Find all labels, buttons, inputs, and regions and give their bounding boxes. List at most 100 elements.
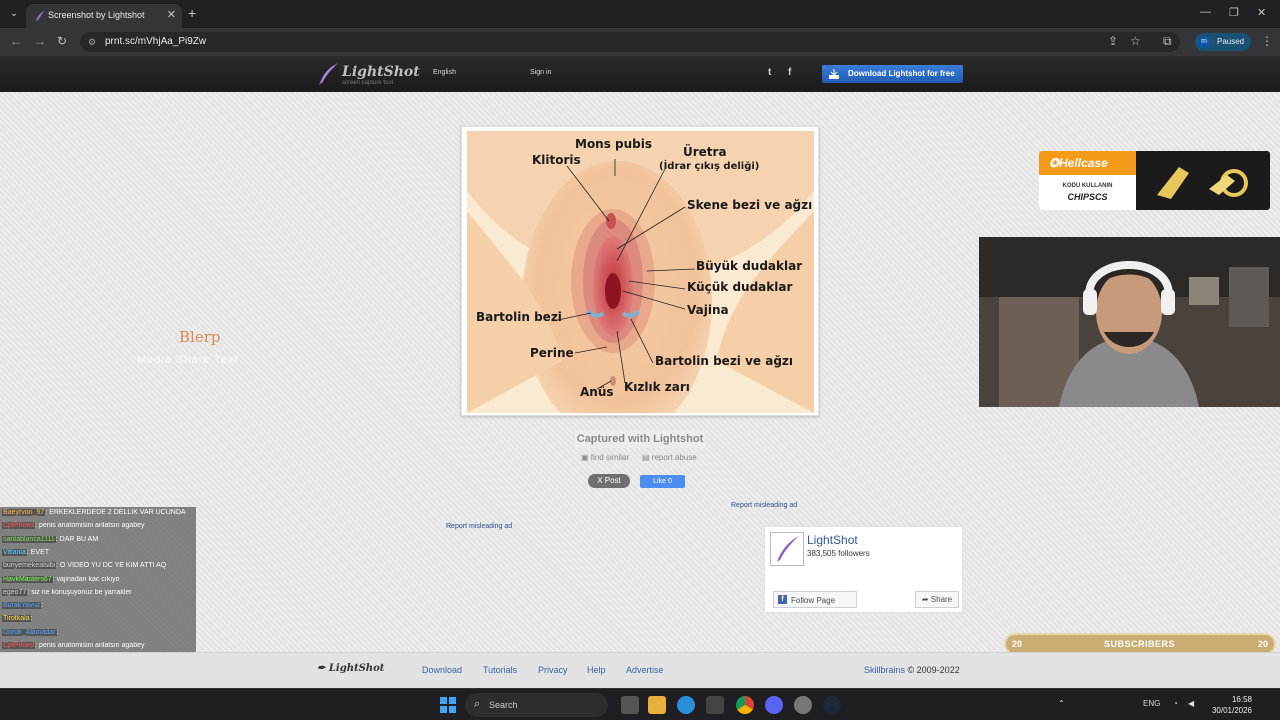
streamer-webcam — [979, 237, 1280, 407]
report-misleading-ad-link[interactable]: Report misleading ad — [731, 502, 797, 509]
profile-status: Paused — [1217, 37, 1245, 46]
settings-gear-icon[interactable] — [794, 696, 812, 714]
window-close-icon[interactable]: ✕ — [1257, 6, 1266, 19]
hellcase-overlay: ✪Hellcase KODU KULLANIN CHIPSCS — [1039, 151, 1270, 210]
follow-page-button[interactable]: f Follow Page — [773, 591, 857, 608]
share-button[interactable]: ➦ Share — [915, 591, 959, 608]
tab-close-icon[interactable]: ✕ — [167, 8, 176, 21]
chat-message: santablanca1111: DAR BU AM — [2, 535, 194, 548]
footer-help-link[interactable]: Help — [587, 665, 606, 675]
facebook-icon[interactable]: f — [788, 67, 791, 78]
chat-text: : vajinadan kac cıkıyo — [52, 575, 120, 583]
wifi-icon[interactable]: ◔ — [1173, 699, 1178, 708]
browser-tab-bar: ⌄ Screenshot by Lightshot ✕ + — ❐ ✕ — [0, 0, 1280, 28]
new-tab-icon[interactable]: + — [188, 5, 196, 21]
windows-taskbar: ⌕ Search ⌃ ENG ◔ ◀ 16:58 30/01/2026 — [0, 688, 1280, 720]
lightshot-logo[interactable]: LightShot screen capture tool — [316, 62, 420, 91]
input-language[interactable]: ENG — [1143, 699, 1160, 708]
taskbar-clock[interactable]: 16:58 30/01/2026 — [1206, 694, 1252, 716]
facebook-icon: f — [778, 595, 787, 604]
file-explorer-icon[interactable] — [648, 696, 666, 714]
feather-logo-icon — [319, 63, 338, 85]
fb-followers: 383,505 followers — [807, 549, 870, 558]
site-info-icon[interactable]: ⚙ — [88, 37, 96, 48]
search-icon: ⌕ — [474, 698, 481, 710]
subscribers-goal: 20 — [1257, 639, 1268, 649]
browser-tab[interactable]: Screenshot by Lightshot ✕ — [26, 4, 182, 28]
footer-privacy-link[interactable]: Privacy — [538, 665, 568, 675]
label-skene: Skene bezi ve ağzı — [687, 198, 812, 212]
fb-like-button[interactable]: Like 0 — [640, 475, 685, 488]
skillbrains-link[interactable]: Skillbrains — [864, 665, 905, 675]
label-perine: Perine — [530, 346, 574, 360]
footer-advertise-link[interactable]: Advertise — [626, 665, 664, 675]
taskbar-search[interactable]: ⌕ Search — [465, 693, 608, 717]
label-buyuk-dudaklar: Büyük dudaklar — [696, 259, 802, 273]
feather-logo-icon — [771, 533, 803, 565]
chat-username: egeo77 — [2, 588, 28, 596]
chat-username: Doruk_Alamadar — [2, 628, 57, 636]
label-bartolin-bezi: Bartolin bezi — [476, 310, 562, 324]
chat-text: : ERKEKLERDEDE 2 DELLİK VAR UCUNDA — [45, 509, 186, 516]
label-kucuk-dudaklar: Küçük dudaklar — [687, 280, 792, 294]
chat-message: Vitlanla: EVET — [2, 548, 194, 561]
chat-text: : penis anatomisini anlatsın agabey — [35, 642, 145, 649]
knife-skin-image — [1157, 167, 1248, 199]
minimize-icon[interactable]: — — [1200, 6, 1211, 18]
bookmark-star-icon[interactable]: ☆ — [1130, 34, 1141, 48]
x-post-button[interactable]: X Post — [588, 474, 630, 488]
download-lightshot-button[interactable]: Download Lightshot for free — [822, 65, 963, 83]
tab-title: Screenshot by Lightshot — [48, 10, 145, 20]
facebook-page-widget: LightShot 383,505 followers f Follow Pag… — [764, 526, 963, 613]
chat-message: Tirotkala: — [2, 615, 194, 627]
language-select[interactable]: English — [433, 69, 456, 76]
edge-icon[interactable] — [677, 696, 695, 714]
signin-link[interactable]: Sign in — [530, 69, 551, 76]
volume-icon[interactable]: ◀ — [1188, 699, 1194, 708]
lightshot-favicon-icon — [36, 11, 44, 21]
chat-username: HavkMasters67 — [2, 575, 53, 583]
install-app-icon[interactable]: ⇪ — [1108, 34, 1118, 48]
windows-start-icon[interactable] — [440, 697, 456, 713]
chat-username: Tirotkala — [2, 615, 31, 623]
reload-icon[interactable]: ↻ — [57, 34, 67, 48]
report-misleading-ad-link[interactable]: Report misleading ad — [446, 523, 512, 530]
chat-text: : — [41, 602, 44, 610]
store-icon[interactable] — [706, 696, 724, 714]
task-view-icon[interactable] — [621, 696, 639, 714]
extensions-icon[interactable]: ⧉ — [1163, 34, 1172, 49]
twitter-icon[interactable]: t — [768, 67, 771, 78]
maximize-icon[interactable]: ❐ — [1229, 6, 1239, 19]
steam-icon[interactable] — [823, 696, 841, 714]
label-uretra: Üretra — [683, 144, 727, 159]
label-uretra-sub: (İdrar çıkış deliği) — [659, 158, 759, 172]
footer-download-link[interactable]: Download — [422, 665, 462, 675]
chat-message: BurakYavuz: — [2, 602, 194, 614]
chrome-icon[interactable] — [736, 696, 754, 714]
label-vajina: Vajina — [687, 303, 729, 317]
tray-overflow-icon[interactable]: ⌃ — [1058, 699, 1065, 708]
url-bar[interactable]: ⚙ prnt.sc/mVhjAa_Pi9Zw — [80, 32, 1180, 52]
back-icon[interactable]: ← — [10, 34, 22, 48]
report-abuse-link[interactable]: ▤ report abuse — [642, 453, 697, 462]
chat-username: bunyemekealsibi — [2, 562, 57, 570]
browser-menu-icon[interactable]: ⋮ — [1261, 34, 1273, 48]
screenshot-image[interactable]: Mons pubis Klitoris Üretra (İdrar çıkış … — [461, 126, 819, 416]
chat-username: CptPrloed — [2, 642, 36, 649]
chat-username: Baeyrvon_97 — [2, 509, 46, 516]
footer-tutorials-link[interactable]: Tutorials — [483, 665, 517, 675]
footer-copyright: Skillbrains © 2009-2022 — [864, 665, 960, 675]
find-similar-link[interactable]: ▣ find similar — [581, 453, 629, 462]
chat-message: Doruk_Alamadar: — [2, 628, 194, 641]
chat-text: : DAR BU AM — [55, 535, 99, 543]
tab-search-dropdown-icon[interactable]: ⌄ — [6, 6, 22, 22]
discord-icon[interactable] — [765, 696, 783, 714]
label-klitoris: Klitoris — [532, 153, 581, 167]
page-thumbnail[interactable] — [770, 532, 804, 566]
profile-button[interactable]: m Paused — [1195, 33, 1251, 51]
site-header: LightShot screen capture tool English Si… — [0, 56, 1280, 92]
fb-page-name[interactable]: LightShot — [807, 533, 858, 547]
forward-icon[interactable]: → — [34, 34, 46, 48]
footer-logo[interactable]: ✒ LightShot — [317, 663, 384, 674]
anatomy-diagram: Mons pubis Klitoris Üretra (İdrar çıkış … — [467, 131, 814, 413]
